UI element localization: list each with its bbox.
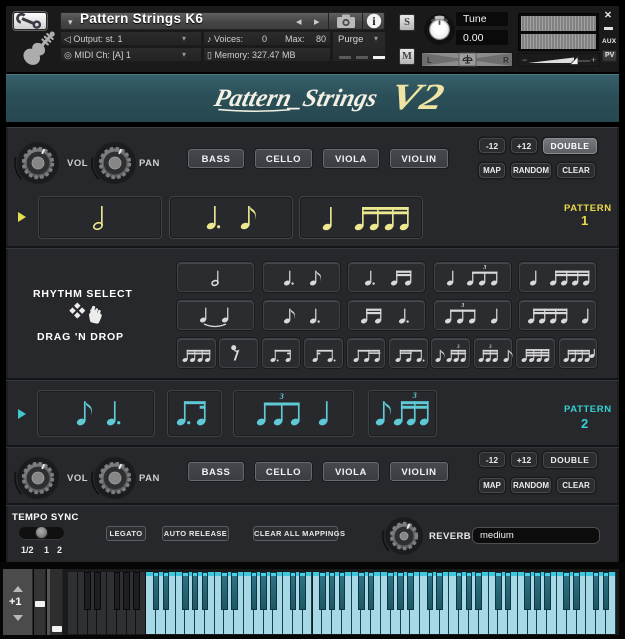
svg-text:−: − (522, 55, 527, 65)
svg-text:3: 3 (412, 391, 417, 400)
svg-text:3: 3 (279, 392, 284, 401)
svg-text:L: L (427, 56, 432, 65)
svg-text:3: 3 (482, 265, 486, 271)
svg-text:R: R (503, 56, 509, 65)
svg-text:3: 3 (456, 345, 460, 350)
svg-text:+: + (591, 55, 596, 65)
svg-text:3: 3 (488, 345, 492, 350)
svg-text:V2: V2 (386, 77, 447, 117)
svg-text:3: 3 (460, 303, 464, 309)
svg-text:Pattern_Strings: Pattern_Strings (211, 84, 381, 112)
